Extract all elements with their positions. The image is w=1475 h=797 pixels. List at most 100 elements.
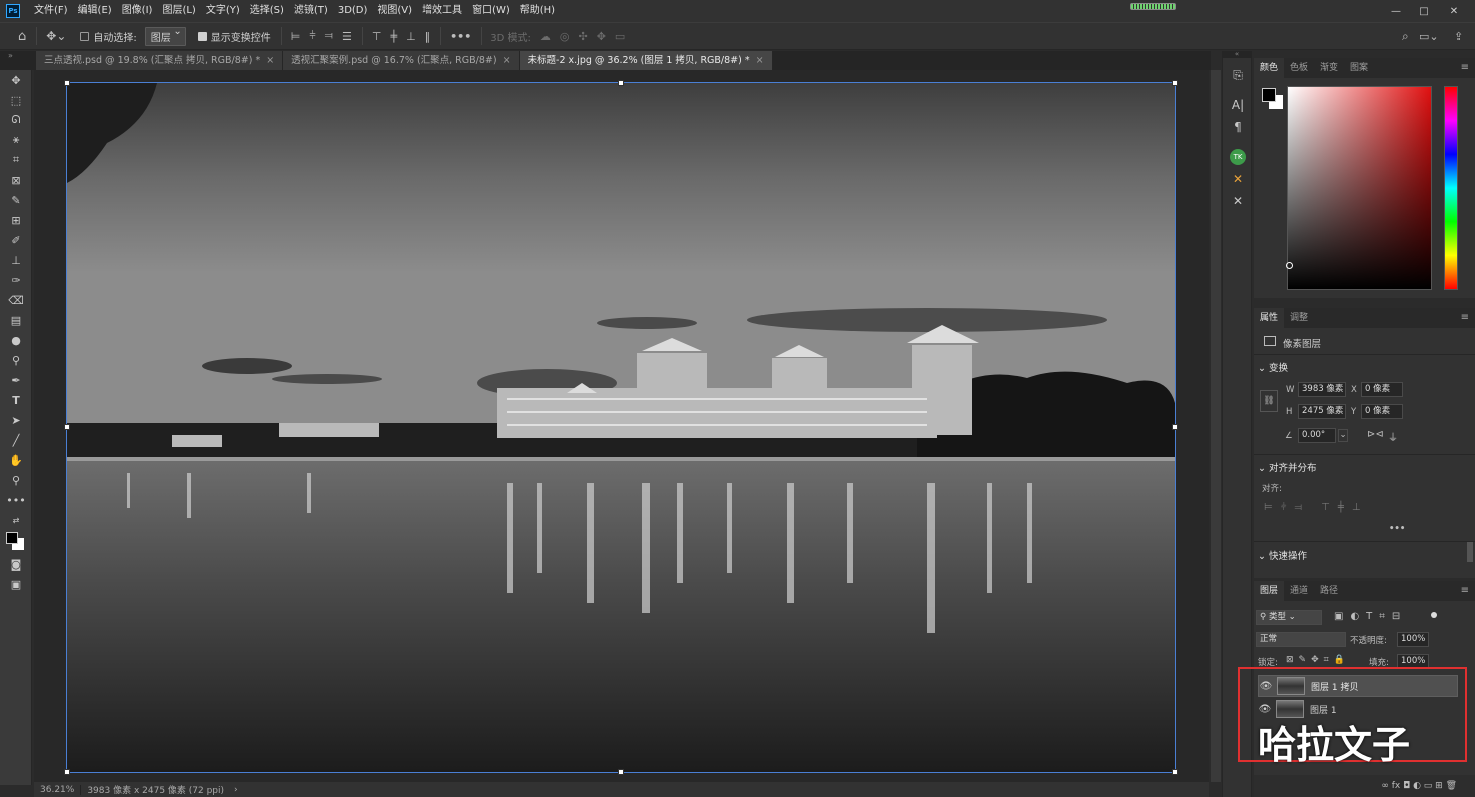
history-panel-icon[interactable]: ⎘ xyxy=(1223,64,1253,86)
crop-tool-icon[interactable]: ⌗ xyxy=(0,150,32,170)
color-swatch-pair[interactable] xyxy=(1262,88,1284,110)
healing-brush-icon[interactable]: ⊞ xyxy=(0,210,32,230)
3d-slide-icon[interactable]: ✥ xyxy=(597,30,606,43)
frame-tool-icon[interactable]: ⊠ xyxy=(0,170,32,190)
vertical-scrollbar[interactable] xyxy=(1211,70,1221,782)
y-field[interactable]: 0 像素 xyxy=(1361,404,1403,419)
quick-actions-toggle[interactable]: ⌄ 快速操作 xyxy=(1258,548,1307,562)
menu-plugins[interactable]: 增效工具 xyxy=(417,0,467,22)
opacity-field[interactable]: 100% xyxy=(1397,632,1429,647)
menu-type[interactable]: 文字(Y) xyxy=(201,0,245,22)
home-icon[interactable]: ⌂ xyxy=(18,29,26,44)
close-icon[interactable]: × xyxy=(756,55,764,66)
menu-filter[interactable]: 滤镜(T) xyxy=(289,0,333,22)
lasso-tool-icon[interactable]: ᘏ xyxy=(0,110,32,130)
transform-handle[interactable] xyxy=(64,80,70,86)
panel-collapse-icon[interactable]: » xyxy=(0,51,36,70)
chevron-right-icon[interactable]: › xyxy=(230,785,242,795)
layer-actions-bar[interactable]: ∞ fx ◘ ◐ ▭ ⊞ 🗑 xyxy=(1254,775,1475,797)
tab-patterns[interactable]: 图案 xyxy=(1344,58,1374,78)
show-transform-checkbox[interactable]: 显示变换控件 xyxy=(197,29,271,44)
menu-window[interactable]: 窗口(W) xyxy=(467,0,515,22)
transform-handle[interactable] xyxy=(618,80,624,86)
close-window-button[interactable]: ✕ xyxy=(1440,0,1468,22)
panel-menu-icon[interactable]: ≡ xyxy=(1461,585,1469,596)
tab-gradients[interactable]: 渐变 xyxy=(1314,58,1344,78)
width-field[interactable]: 3983 像素 xyxy=(1298,382,1346,397)
align-right-icon[interactable]: ⫤ xyxy=(325,29,333,43)
link-icon[interactable]: ⛓ xyxy=(1260,390,1278,412)
type-tool-icon[interactable]: T xyxy=(0,390,32,410)
align-section-toggle[interactable]: ⌄ 对齐并分布 xyxy=(1258,460,1317,474)
3d-pan-icon[interactable]: ✣ xyxy=(578,30,587,43)
align-top-icon[interactable]: ☰ xyxy=(342,30,352,43)
hand-tool-icon[interactable]: ✋ xyxy=(0,450,32,470)
marquee-tool-icon[interactable]: ⬚ xyxy=(0,90,32,110)
tab-properties[interactable]: 属性 xyxy=(1254,308,1285,328)
transform-handle[interactable] xyxy=(1172,424,1178,430)
transform-section-toggle[interactable]: ⌄ 变换 xyxy=(1258,360,1288,374)
zoom-tool-icon[interactable]: ⚲ xyxy=(0,470,32,490)
dodge-tool-icon[interactable]: ⚲ xyxy=(0,350,32,370)
quick-mask-icon[interactable]: ◙ xyxy=(0,554,32,574)
menu-view[interactable]: 视图(V) xyxy=(372,0,417,22)
angle-dropdown-icon[interactable]: ⌄ xyxy=(1338,429,1348,442)
screen-mode-icon[interactable]: ▣ xyxy=(0,574,32,594)
dock-collapse-icon[interactable]: « xyxy=(1222,51,1252,58)
plugin-tk-icon[interactable]: TK xyxy=(1223,146,1253,168)
color-field[interactable] xyxy=(1286,86,1432,290)
align-vtop-icon[interactable]: ⊤ xyxy=(372,30,382,43)
plugin-tools-icon[interactable]: ✕ xyxy=(1223,168,1253,190)
lock-icons[interactable]: ⊠✎✥⌗🔒 xyxy=(1286,655,1350,665)
menu-help[interactable]: 帮助(H) xyxy=(515,0,560,22)
tab-channels[interactable]: 通道 xyxy=(1284,581,1314,601)
restore-button[interactable]: □ xyxy=(1410,0,1438,22)
move-tool-icon[interactable]: ✥⌄ xyxy=(46,29,66,43)
transform-handle[interactable] xyxy=(618,769,624,775)
tab-three-point-perspective[interactable]: 三点透视.psd @ 19.8% (汇聚点 拷贝, RGB/8#) * × xyxy=(36,51,284,70)
hue-slider[interactable] xyxy=(1444,86,1458,290)
gradient-tool-icon[interactable]: ▤ xyxy=(0,310,32,330)
align-vbottom-icon[interactable]: ⊥ xyxy=(406,30,416,43)
transform-handle[interactable] xyxy=(1172,80,1178,86)
stamp-tool-icon[interactable]: ⊥ xyxy=(0,250,32,270)
tab-paths[interactable]: 路径 xyxy=(1314,581,1344,601)
panel-menu-icon[interactable]: ≡ xyxy=(1461,62,1469,73)
angle-field[interactable]: 0.00° xyxy=(1298,428,1336,443)
auto-select-checkbox[interactable]: 自动选择: xyxy=(80,29,137,44)
history-brush-icon[interactable]: ✑ xyxy=(0,270,32,290)
search-icon[interactable]: ⌕ xyxy=(1402,29,1409,44)
paragraph-panel-icon[interactable]: ¶ xyxy=(1223,116,1253,138)
tab-layers[interactable]: 图层 xyxy=(1254,581,1285,601)
transform-handle[interactable] xyxy=(64,424,70,430)
tab-adjustments[interactable]: 调整 xyxy=(1284,308,1314,328)
move-tool-icon[interactable]: ✥ xyxy=(0,70,32,90)
layer-filter-icons[interactable]: ▣◐T⌗⊟ xyxy=(1334,611,1407,622)
path-select-icon[interactable]: ➤ xyxy=(0,410,32,430)
eyedropper-icon[interactable]: ✎ xyxy=(0,190,32,210)
3d-orbit-icon[interactable]: ☁ xyxy=(540,30,551,43)
eraser-icon[interactable]: ⌫ xyxy=(0,290,32,310)
panel-menu-icon[interactable]: ≡ xyxy=(1461,312,1469,323)
character-panel-icon[interactable]: A| xyxy=(1223,94,1253,116)
zoom-level[interactable]: 36.21% xyxy=(34,784,82,795)
minimize-button[interactable]: — xyxy=(1382,0,1410,22)
height-field[interactable]: 2475 像素 xyxy=(1298,404,1346,419)
auto-select-dropdown[interactable]: 图层 xyxy=(144,26,186,46)
tab-perspective-example[interactable]: 透视汇聚案例.psd @ 16.7% (汇聚点, RGB/8#) × xyxy=(283,51,520,70)
magic-wand-icon[interactable]: ⚹ xyxy=(0,130,32,150)
menu-3d[interactable]: 3D(D) xyxy=(333,0,373,22)
filter-kind-dropdown[interactable]: ⚲ 类型 ⌄ xyxy=(1256,610,1322,625)
tab-swatches[interactable]: 色板 xyxy=(1284,58,1314,78)
blend-mode-dropdown[interactable]: 正常 xyxy=(1256,632,1346,647)
tab-untitled-2[interactable]: 未标题-2 x.jpg @ 36.2% (图层 1 拷贝, RGB/8#) * × xyxy=(519,51,773,70)
line-tool-icon[interactable]: ╱ xyxy=(0,430,32,450)
plugin-cross-icon[interactable]: ✕ xyxy=(1223,190,1253,212)
align-hcenter-icon[interactable]: ⫩ xyxy=(309,29,315,43)
flip-vertical-icon[interactable]: ⏚ xyxy=(1388,429,1398,444)
close-icon[interactable]: × xyxy=(503,55,511,66)
align-buttons[interactable]: ⊨⫩⫤ ⊤╪⊥ xyxy=(1264,502,1369,513)
transform-bounding-box[interactable] xyxy=(66,82,1176,773)
transform-handle[interactable] xyxy=(1172,769,1178,775)
brush-tool-icon[interactable]: ✐ xyxy=(0,230,32,250)
